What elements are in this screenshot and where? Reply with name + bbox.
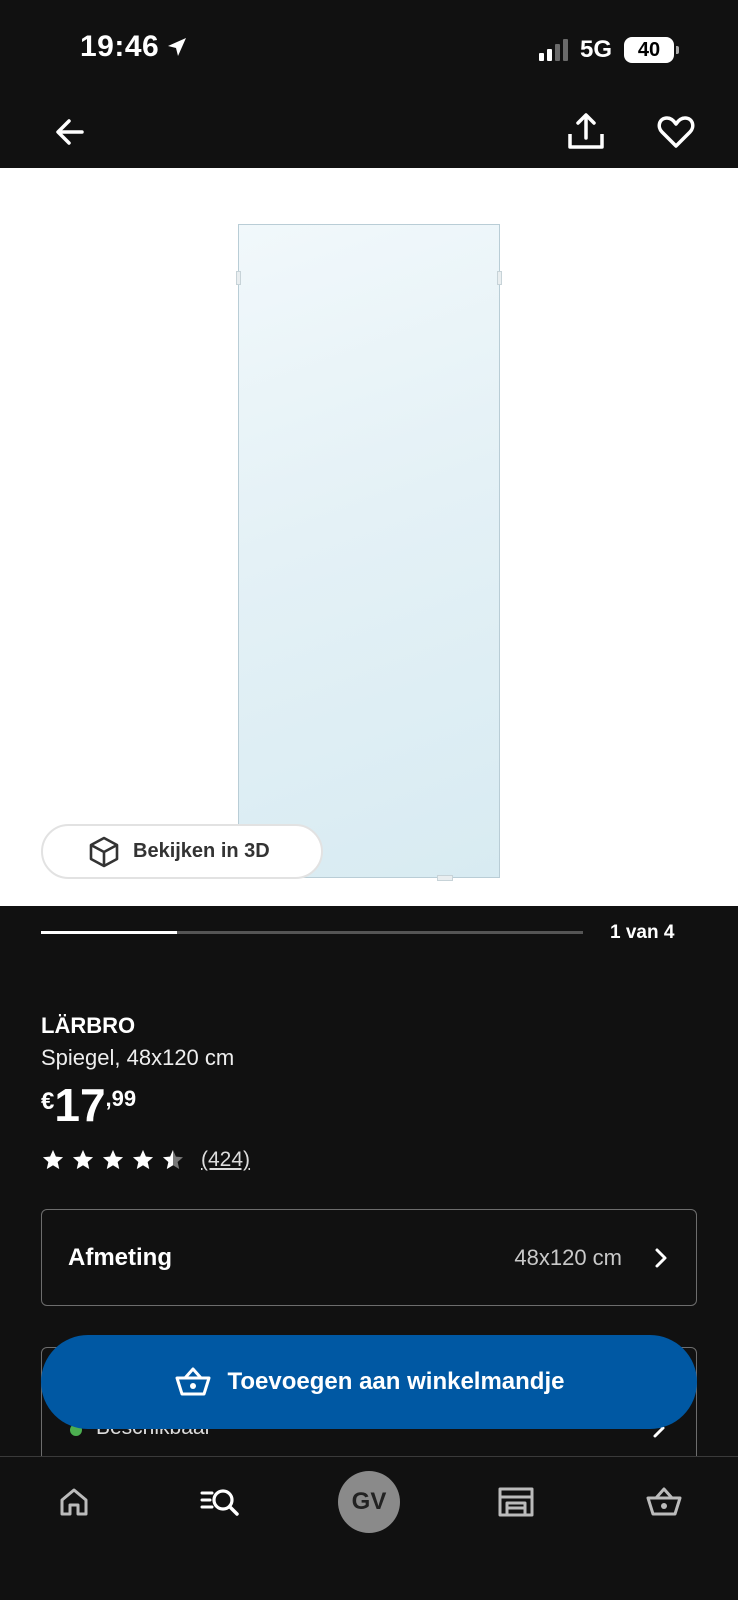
basket-icon: [175, 1367, 210, 1396]
star-icon: [73, 1150, 93, 1169]
star-icon: [103, 1150, 123, 1169]
back-button[interactable]: [50, 112, 90, 152]
product-price: € 17 ,99: [41, 1082, 136, 1128]
add-to-cart-label: Toevoegen aan winkelmandje: [227, 1368, 565, 1395]
status-time: 19:46: [80, 30, 189, 64]
battery-icon: 40: [624, 37, 679, 63]
price-integer: 17: [54, 1079, 106, 1131]
home-icon: [60, 1488, 88, 1516]
tab-account[interactable]: GV: [338, 1457, 400, 1547]
product-description: Spiegel, 48x120 cm: [41, 1045, 235, 1070]
rating-count-link[interactable]: (424): [201, 1148, 250, 1172]
star-icon: [163, 1150, 183, 1169]
location-arrow-icon: [168, 38, 187, 56]
gallery-progress: [41, 931, 583, 934]
favorite-button[interactable]: [656, 112, 696, 152]
time-text: 19:46: [80, 30, 160, 63]
size-label: Afmeting: [68, 1243, 172, 1271]
product-image-mirror: [236, 224, 502, 881]
share-icon: [568, 113, 604, 149]
product-image-gallery[interactable]: Bekijken in 3D: [0, 168, 738, 906]
basket-icon: [646, 1487, 682, 1516]
arrow-left-icon: [56, 119, 84, 145]
cellular-signal-icon: [538, 39, 568, 61]
store-icon: [498, 1487, 534, 1517]
tab-home[interactable]: [44, 1457, 104, 1547]
view-in-3d-button[interactable]: Bekijken in 3D: [41, 824, 323, 879]
heart-icon: [657, 116, 695, 148]
tab-store[interactable]: [486, 1457, 546, 1547]
star-icon: [43, 1150, 63, 1169]
star-icon: [133, 1150, 153, 1169]
rating-stars: [41, 1148, 185, 1172]
view-in-3d-label: Bekijken in 3D: [133, 840, 270, 862]
product-name: LÄRBRO: [41, 1013, 136, 1038]
mirror-clip: [437, 875, 453, 881]
price-currency: €: [41, 1088, 55, 1115]
gallery-progress-fill: [41, 931, 177, 934]
product-rating[interactable]: (424): [41, 1148, 250, 1172]
chevron-right-icon: [655, 1248, 667, 1267]
tab-cart[interactable]: [634, 1457, 694, 1547]
mirror-clip: [236, 271, 241, 285]
status-bar: 19:46 5G 40: [0, 0, 738, 100]
cube-icon: [89, 836, 119, 867]
mirror-clip: [497, 271, 502, 285]
avatar: GV: [338, 1471, 400, 1533]
add-to-cart-button[interactable]: Toevoegen aan winkelmandje: [41, 1335, 697, 1429]
tab-search[interactable]: [190, 1457, 250, 1547]
top-nav-bar: [0, 100, 738, 168]
price-decimal: ,99: [105, 1086, 137, 1111]
status-indicators: 5G 40: [538, 36, 679, 64]
battery-level: 40: [637, 38, 661, 61]
network-type: 5G: [579, 36, 612, 63]
search-list-icon: [200, 1489, 239, 1516]
gallery-page-counter: 1 van 4: [610, 922, 675, 943]
share-button[interactable]: [566, 110, 606, 154]
bottom-tab-bar: GV: [0, 1456, 738, 1600]
size-value: 48x120 cm: [514, 1244, 622, 1270]
size-selector[interactable]: Afmeting 48x120 cm: [41, 1209, 697, 1306]
